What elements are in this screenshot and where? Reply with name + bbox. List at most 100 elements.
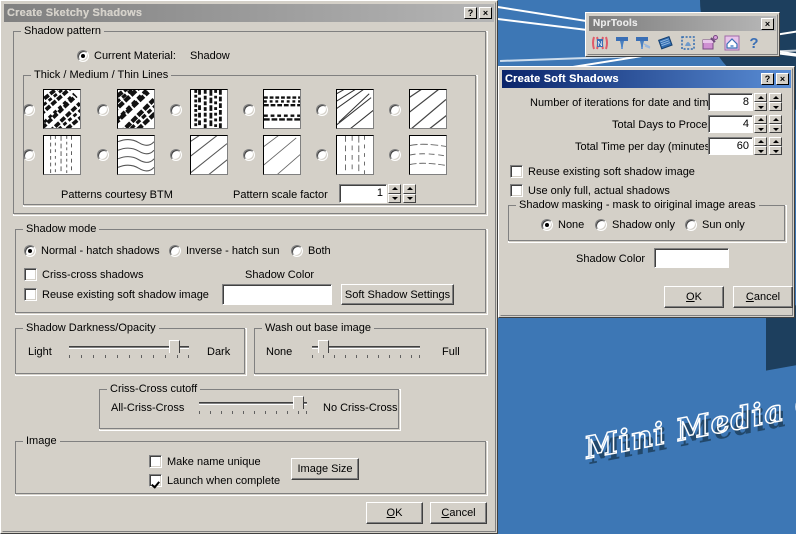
scale-factor-spin-up-a[interactable] bbox=[388, 184, 401, 194]
create-soft-shadows-dialog[interactable]: Create Soft Shadows ? × Number of iterat… bbox=[498, 66, 795, 318]
iterations-spin-down-b[interactable] bbox=[769, 102, 782, 111]
pattern-4-radio[interactable] bbox=[243, 104, 255, 116]
total-time-spin-up-b[interactable] bbox=[769, 137, 782, 146]
scale-factor-spinner-a[interactable] bbox=[388, 184, 401, 203]
pattern-12-radio[interactable] bbox=[389, 149, 401, 161]
shadow-darkness-slider[interactable] bbox=[69, 340, 189, 362]
pattern-8-swatch[interactable] bbox=[117, 135, 155, 175]
soft-use-full-checkbox[interactable] bbox=[510, 184, 523, 197]
total-days-spinner-b[interactable] bbox=[769, 115, 782, 133]
iterations-spinner-b[interactable] bbox=[769, 93, 782, 111]
pattern-1-swatch[interactable] bbox=[43, 89, 81, 129]
image-size-button[interactable]: Image Size bbox=[291, 458, 359, 480]
pattern-10-swatch[interactable] bbox=[263, 135, 301, 175]
sketchy-reuse-checkbox[interactable] bbox=[24, 288, 37, 301]
pattern-scale-factor-input[interactable]: 1 bbox=[339, 184, 387, 203]
pattern-5-radio[interactable] bbox=[316, 104, 328, 116]
current-material-radio[interactable] bbox=[77, 50, 89, 62]
house-icon[interactable] bbox=[722, 33, 742, 53]
scale-factor-spin-up-b[interactable] bbox=[403, 184, 416, 194]
total-days-spin-up-a[interactable] bbox=[754, 115, 767, 124]
pattern-10-radio[interactable] bbox=[243, 149, 255, 161]
iterations-spin-up-b[interactable] bbox=[769, 93, 782, 102]
soft-reuse-checkbox[interactable] bbox=[510, 165, 523, 178]
mode-both-radio[interactable] bbox=[291, 245, 303, 257]
pattern-6-radio[interactable] bbox=[389, 104, 401, 116]
pattern-4-swatch[interactable] bbox=[263, 89, 301, 129]
mode-normal-radio[interactable] bbox=[24, 245, 36, 257]
nprtools-titlebar[interactable]: NprTools × bbox=[589, 16, 776, 31]
sketchy-dialog-titlebar[interactable]: Create Sketchy Shadows ? × bbox=[4, 4, 494, 22]
scale-factor-spin-down-a[interactable] bbox=[388, 193, 401, 203]
soft-ok-button[interactable]: OK bbox=[664, 286, 724, 308]
scale-factor-spinner-b[interactable] bbox=[403, 184, 416, 203]
total-days-spin-down-b[interactable] bbox=[769, 124, 782, 133]
total-time-spin-down-b[interactable] bbox=[769, 146, 782, 155]
pattern-9-swatch[interactable] bbox=[190, 135, 228, 175]
mode-inverse-radio[interactable] bbox=[169, 245, 181, 257]
soft-shadow-color-swatch[interactable] bbox=[654, 248, 729, 268]
iterations-spin-up-a[interactable] bbox=[754, 93, 767, 102]
pattern-11-radio[interactable] bbox=[316, 149, 328, 161]
soft-dialog-titlebar[interactable]: Create Soft Shadows ? × bbox=[502, 70, 791, 88]
launch-when-complete-checkbox[interactable] bbox=[149, 474, 162, 487]
washout-thumb[interactable] bbox=[318, 340, 330, 360]
total-days-spin-up-b[interactable] bbox=[769, 115, 782, 124]
masking-none-radio[interactable] bbox=[541, 219, 553, 231]
selection-icon[interactable] bbox=[678, 33, 698, 53]
total-days-input[interactable]: 4 bbox=[708, 115, 753, 133]
soft-cancel-button[interactable]: Cancel bbox=[733, 286, 793, 308]
nprtools-close-button[interactable]: × bbox=[761, 17, 774, 30]
pattern-3-swatch[interactable] bbox=[190, 89, 228, 129]
cutoff-thumb[interactable] bbox=[293, 396, 305, 416]
pattern-scale-factor-label: Pattern scale factor bbox=[233, 189, 328, 201]
soft-shadow-settings-button[interactable]: Soft Shadow Settings bbox=[341, 284, 454, 305]
masking-shadow-only-radio[interactable] bbox=[595, 219, 607, 231]
sketchy-ok-button[interactable]: OK bbox=[366, 502, 423, 524]
iterations-input[interactable]: 8 bbox=[708, 93, 753, 111]
pattern-5-swatch[interactable] bbox=[336, 89, 374, 129]
pattern-2-radio[interactable] bbox=[97, 104, 109, 116]
pattern-8-radio[interactable] bbox=[97, 149, 109, 161]
sketchy-dialog-help-button[interactable]: ? bbox=[464, 7, 477, 19]
nprtools-toolbar[interactable]: NprTools × N ? bbox=[585, 12, 780, 57]
sketchy-dialog-close-button[interactable]: × bbox=[479, 7, 492, 19]
total-time-spinner-b[interactable] bbox=[769, 137, 782, 155]
iterations-spinner-a[interactable] bbox=[754, 93, 767, 111]
create-sketchy-shadows-dialog[interactable]: Create Sketchy Shadows ? × Shadow patter… bbox=[0, 0, 498, 534]
pattern-2-swatch[interactable] bbox=[117, 89, 155, 129]
criss-cross-cutoff-slider[interactable] bbox=[199, 396, 307, 418]
criss-cross-shadows-checkbox[interactable] bbox=[24, 268, 37, 281]
tack-shadow-icon[interactable] bbox=[634, 33, 654, 53]
pattern-7-swatch[interactable] bbox=[43, 135, 81, 175]
total-time-spin-up-a[interactable] bbox=[754, 137, 767, 146]
pattern-7-radio[interactable] bbox=[23, 149, 35, 161]
total-time-spin-down-a[interactable] bbox=[754, 146, 767, 155]
criss-cross-cutoff-label: Criss-Cross cutoff bbox=[107, 383, 201, 395]
pattern-9-radio[interactable] bbox=[170, 149, 182, 161]
pattern-11-swatch[interactable] bbox=[336, 135, 374, 175]
soft-dialog-close-button[interactable]: × bbox=[776, 73, 789, 85]
pattern-1-radio[interactable] bbox=[23, 104, 35, 116]
sketchy-cancel-button[interactable]: Cancel bbox=[430, 502, 487, 524]
scale-factor-spin-down-b[interactable] bbox=[403, 193, 416, 203]
total-days-spinner-a[interactable] bbox=[754, 115, 767, 133]
pattern-3-radio[interactable] bbox=[170, 104, 182, 116]
npr-logo-icon[interactable]: N bbox=[590, 33, 610, 53]
pattern-12-swatch[interactable] bbox=[409, 135, 447, 175]
soft-dialog-help-button[interactable]: ? bbox=[761, 73, 774, 85]
total-days-spin-down-a[interactable] bbox=[754, 124, 767, 133]
sketchy-shadow-color-swatch[interactable] bbox=[222, 284, 332, 305]
iterations-spin-down-a[interactable] bbox=[754, 102, 767, 111]
darkness-thumb[interactable] bbox=[169, 340, 181, 360]
wash-out-slider[interactable] bbox=[312, 340, 420, 362]
pattern-6-swatch[interactable] bbox=[409, 89, 447, 129]
make-name-unique-checkbox[interactable] bbox=[149, 455, 162, 468]
layers-icon[interactable] bbox=[656, 33, 676, 53]
masking-sun-only-radio[interactable] bbox=[685, 219, 697, 231]
total-time-input[interactable]: 60 bbox=[708, 137, 753, 155]
help-icon[interactable]: ? bbox=[744, 33, 764, 53]
tack-icon[interactable] bbox=[612, 33, 632, 53]
paint-bucket-icon[interactable] bbox=[700, 33, 720, 53]
total-time-spinner-a[interactable] bbox=[754, 137, 767, 155]
